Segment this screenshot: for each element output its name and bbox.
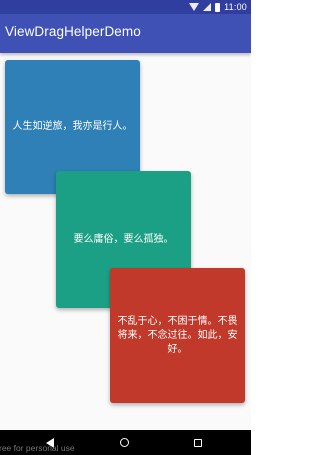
status-bar: 11:00 <box>0 0 251 14</box>
battery-icon <box>215 2 221 12</box>
watermark-text: ree for personal use <box>0 443 75 453</box>
wifi-icon <box>189 3 200 11</box>
status-icons: 11:00 <box>189 1 247 13</box>
drag-card-3[interactable]: 不乱于心，不困于情。不畏将来，不念过往。如此，安好。 <box>110 268 245 403</box>
card-3-text: 不乱于心，不困于情。不畏将来，不念过往。如此，安好。 <box>117 315 238 355</box>
home-button[interactable] <box>104 430 144 455</box>
recents-button[interactable] <box>178 430 218 455</box>
app-title: ViewDragHelperDemo <box>5 24 141 39</box>
home-icon <box>119 438 129 447</box>
recents-icon <box>194 438 202 447</box>
app-screen: 11:00 ViewDragHelperDemo 人生如逆旅，我亦是行人。 要么… <box>0 0 251 455</box>
status-time: 11:00 <box>224 2 247 12</box>
card-1-text: 人生如逆旅，我亦是行人。 <box>12 121 133 132</box>
cell-signal-icon <box>203 3 212 11</box>
card-2-text: 要么庸俗，要么孤独。 <box>73 233 174 245</box>
app-bar: ViewDragHelperDemo <box>0 14 251 53</box>
